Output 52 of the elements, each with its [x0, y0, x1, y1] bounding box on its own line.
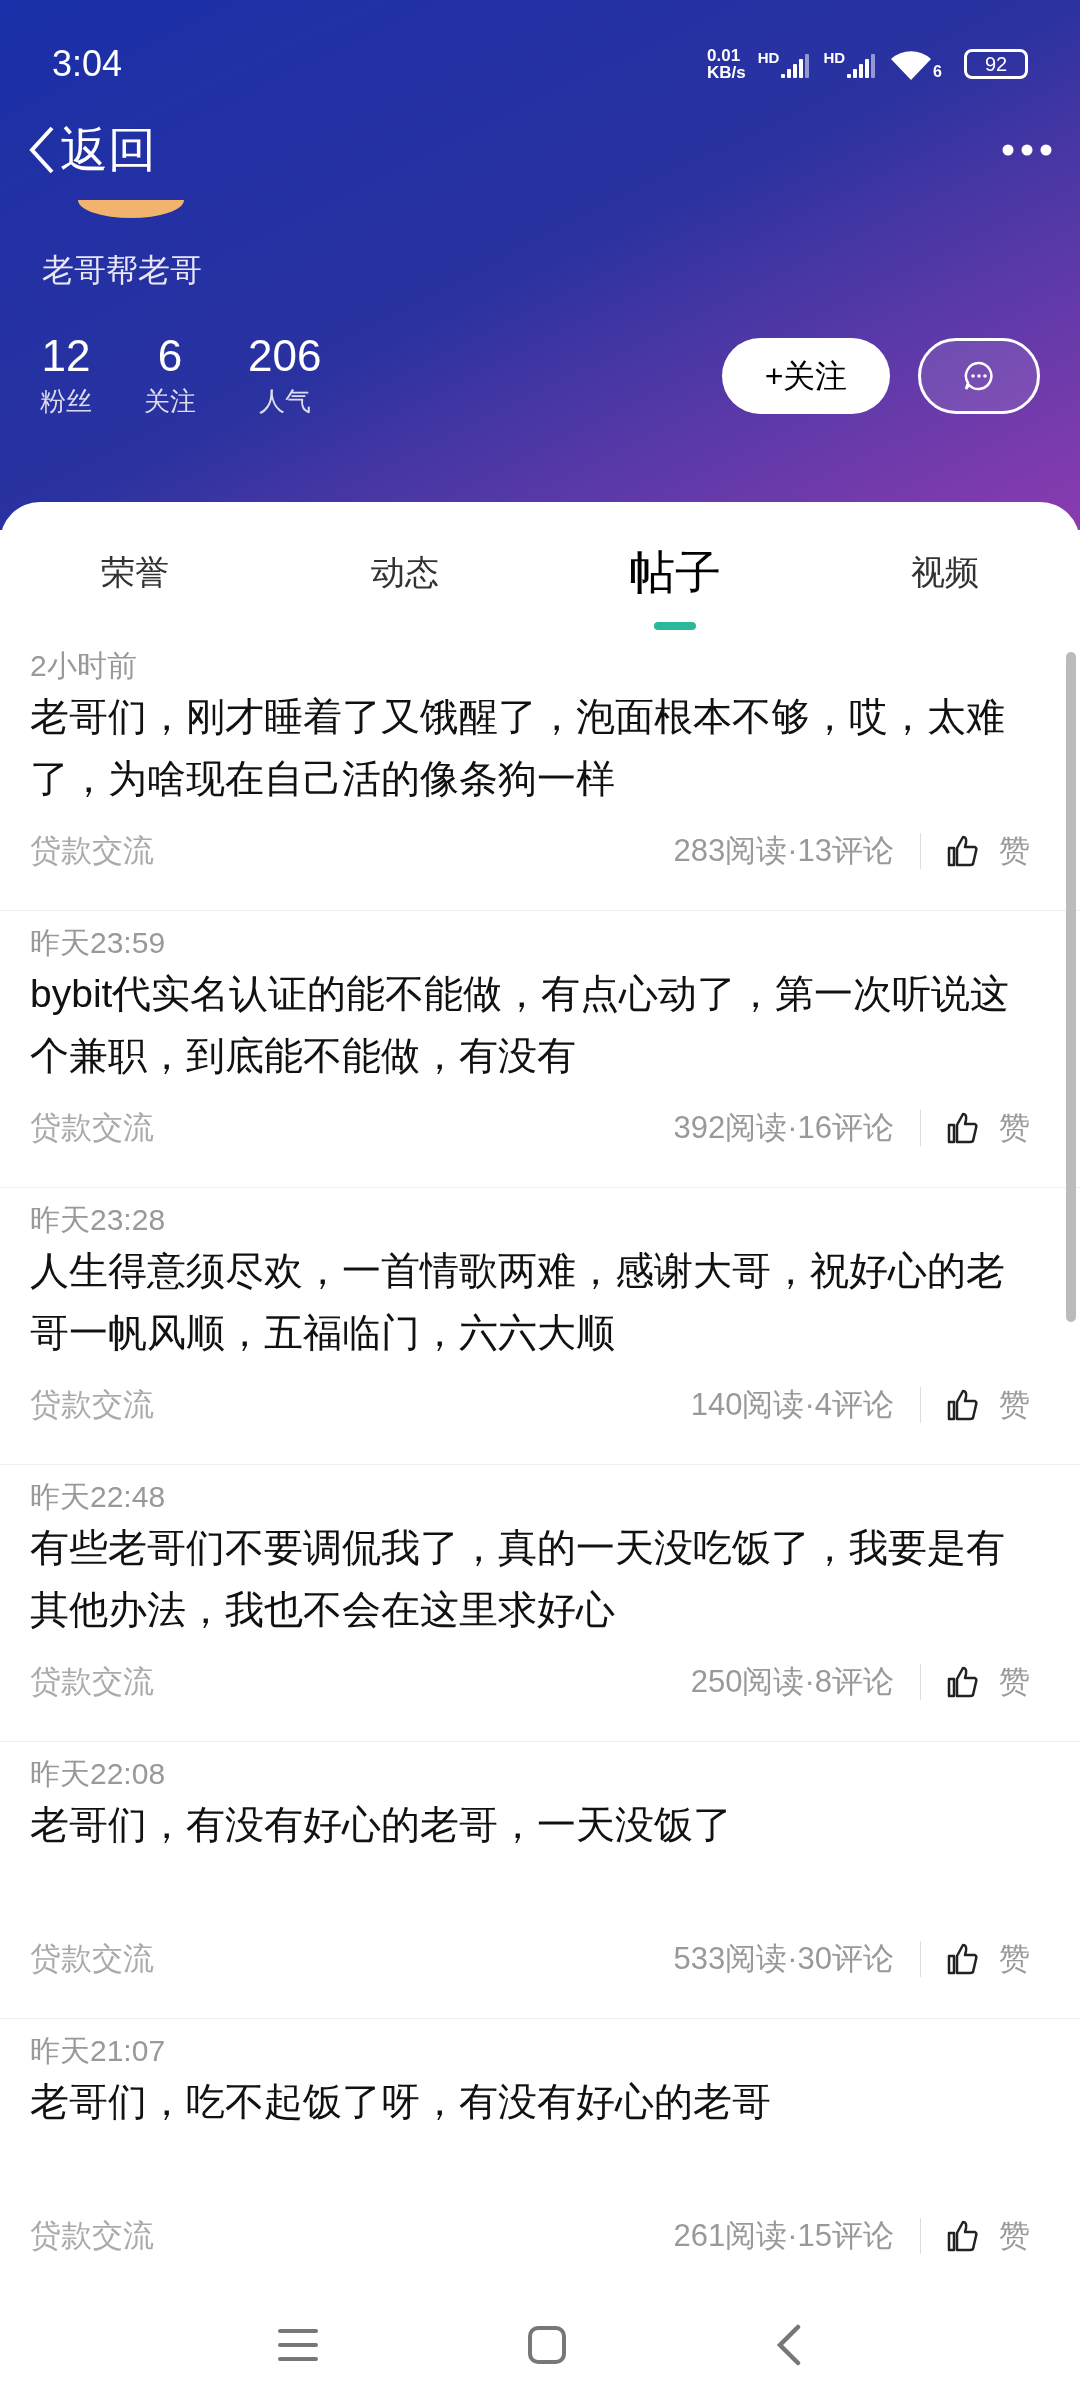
- home-icon[interactable]: [528, 2326, 566, 2364]
- post-stats: 140阅读·4评论: [690, 1386, 894, 1424]
- sim-label: HD: [823, 50, 846, 65]
- post-stats: 261阅读·15评论: [673, 2217, 894, 2255]
- sim-label: HD: [757, 50, 780, 65]
- post-time: 昨天22:48: [30, 1479, 166, 1515]
- post-time: 昨天23:28: [30, 1202, 166, 1238]
- post-title[interactable]: 老哥们，有没有好心的老哥，一天没饭了: [30, 1794, 1026, 1856]
- thumbs-up-icon: [947, 1666, 979, 1699]
- post-time: 昨天22:08: [30, 1756, 166, 1792]
- thumbs-up-icon: [947, 1943, 979, 1976]
- chat-icon: [964, 360, 994, 391]
- status-time: 3:04: [52, 42, 123, 86]
- more-icon[interactable]: [1002, 144, 1052, 156]
- follow-button[interactable]: +关注: [722, 337, 890, 414]
- post-stats: 533阅读·30评论: [673, 1940, 894, 1978]
- post-stats: 283阅读·13评论: [673, 832, 894, 870]
- post-time: 昨天21:07: [30, 2033, 166, 2069]
- stat-label: 粉丝: [40, 385, 92, 418]
- post-title[interactable]: bybit代实名认证的能不能做，有点心动了，第一次听说这个兼职，到底能不能做，有没有: [30, 963, 1026, 1087]
- tab-indicator: [654, 622, 696, 630]
- stat-label: 关注: [144, 385, 196, 418]
- thumbs-up-icon: [947, 2220, 979, 2253]
- post-title[interactable]: 人生得意须尽欢，一首情歌两难，感谢大哥，祝好心的老哥一帆风顺，五福临门，六六大顺: [30, 1240, 1026, 1364]
- stat-value: 6: [157, 330, 183, 382]
- stat-value: 12: [41, 330, 91, 382]
- net-unit: KB/s: [707, 64, 746, 81]
- post-title[interactable]: 老哥们，刚才睡着了又饿醒了，泡面根本不够，哎，太难了，为啥现在自己活的像条狗一样: [30, 686, 1026, 810]
- back-icon: [28, 126, 56, 174]
- back-button[interactable]: 返回: [28, 114, 156, 186]
- thumbs-up-icon: [947, 1389, 979, 1422]
- wifi-label: 6: [933, 64, 942, 80]
- tab[interactable]: 动态: [270, 522, 540, 622]
- user-name: 老哥帮老哥: [42, 251, 202, 290]
- battery: 92: [964, 49, 1028, 79]
- back-nav-icon[interactable]: [776, 2324, 802, 2366]
- stat-value: 206: [248, 330, 322, 382]
- post-time: 昨天23:59: [30, 925, 166, 961]
- post-title[interactable]: 有些老哥们不要调侃我了，真的一天没吃饭了，我要是有其他办法，我也不会在这里求好心: [30, 1517, 1026, 1641]
- tab[interactable]: 帖子: [540, 522, 810, 622]
- wifi-icon: [889, 48, 934, 80]
- net-speed: 0.01: [707, 47, 742, 64]
- stat-label: 人气: [258, 385, 311, 418]
- menu-icon[interactable]: [278, 2327, 318, 2363]
- thumbs-up-icon: [947, 835, 979, 868]
- post-time: 2小时前: [30, 648, 137, 684]
- post-stats: 392阅读·16评论: [673, 1109, 894, 1147]
- post-stats: 250阅读·8评论: [690, 1663, 894, 1701]
- thumbs-up-icon: [947, 1112, 979, 1145]
- post-title[interactable]: 老哥们，吃不起饭了呀，有没有好心的老哥: [30, 2071, 1026, 2133]
- tab[interactable]: 荣誉: [0, 522, 270, 622]
- tab[interactable]: 视频: [810, 522, 1080, 622]
